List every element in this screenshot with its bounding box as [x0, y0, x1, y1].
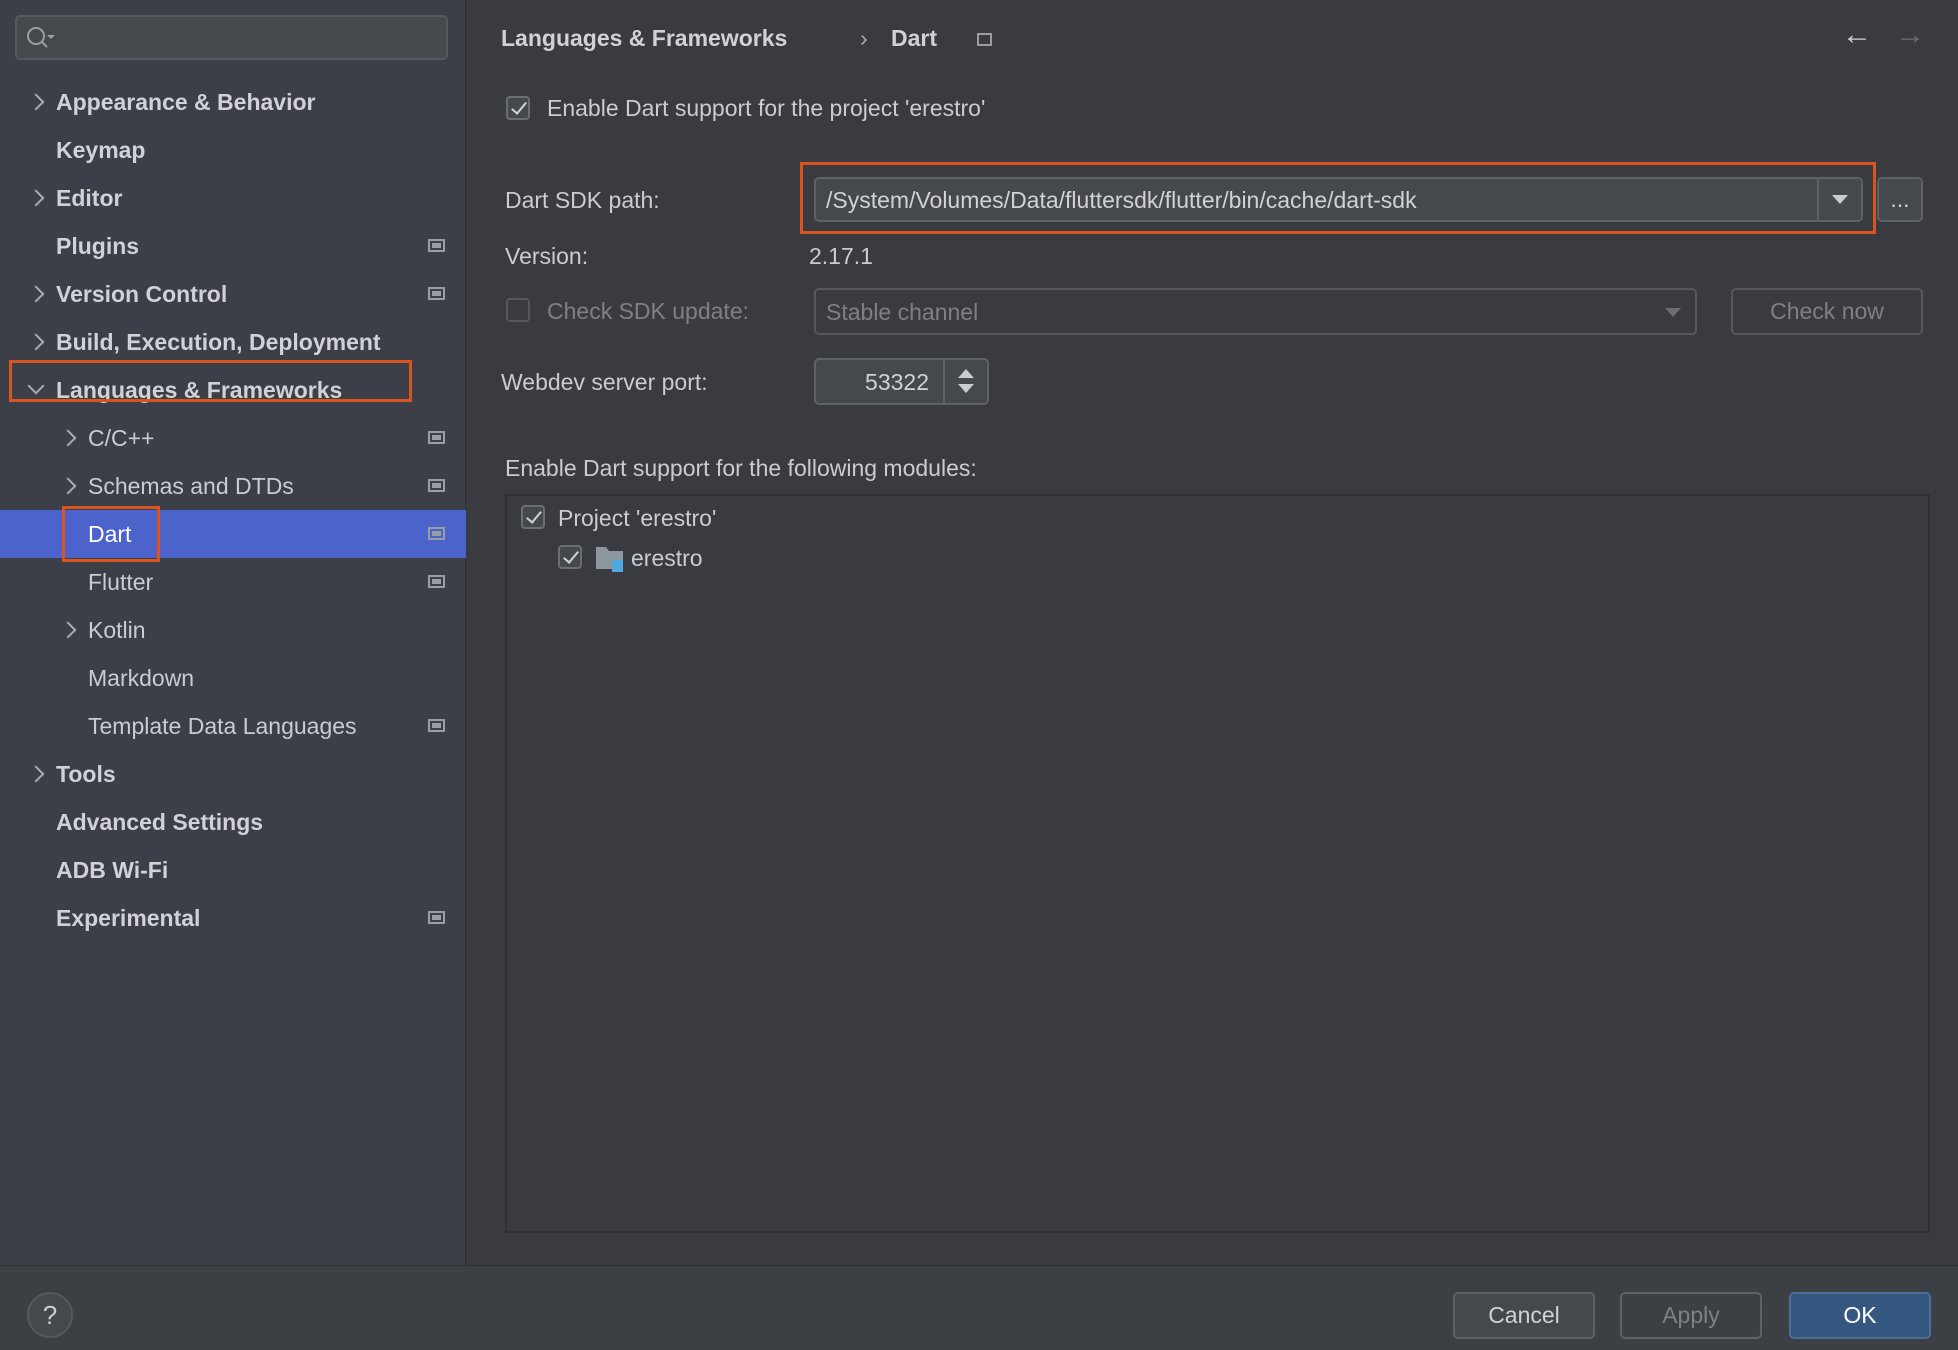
ok-button[interactable]: OK [1789, 1292, 1931, 1339]
webdev-port-spinner[interactable]: 53322 [814, 358, 989, 405]
sidebar-item-label: C/C++ [88, 424, 155, 451]
webdev-port-label: Webdev server port: [501, 369, 708, 395]
increment-icon[interactable] [958, 369, 974, 378]
modules-label: Enable Dart support for the following mo… [505, 455, 977, 481]
dialog-footer: ? Cancel Apply OK [0, 1265, 1958, 1350]
project-level-settings-icon [428, 911, 445, 924]
version-label: Version: [505, 243, 589, 269]
sidebar-item-keymap[interactable]: Keymap [0, 126, 466, 174]
highlight-box [9, 360, 412, 402]
search-input[interactable] [15, 15, 448, 60]
sidebar-item-advanced-settings[interactable]: Advanced Settings [0, 798, 466, 846]
check-sdk-update-label: Check SDK update: [547, 298, 750, 324]
enable-dart-label: Enable Dart support for the project 'ere… [547, 95, 986, 121]
modules-tree: Project 'erestro' erestro [505, 494, 1930, 1233]
sidebar-item-kotlin[interactable]: Kotlin [0, 606, 466, 654]
sidebar-item-label: Flutter [88, 568, 154, 595]
decrement-icon[interactable] [958, 384, 974, 393]
sidebar-item-plugins[interactable]: Plugins [0, 222, 466, 270]
sidebar-item-label: Version Control [56, 280, 228, 307]
sidebar-item-label: Experimental [56, 904, 201, 931]
chevron-right-icon[interactable] [27, 765, 45, 783]
sidebar-item-label: Keymap [56, 136, 146, 163]
sidebar-item-label: Advanced Settings [56, 808, 264, 835]
sdk-path-dropdown-button[interactable] [1817, 179, 1861, 220]
project-level-settings-icon [428, 719, 445, 732]
sidebar-item-c-c[interactable]: C/C++ [0, 414, 466, 462]
chevron-down-icon [1665, 308, 1681, 317]
project-settings-icon [977, 33, 992, 46]
project-level-settings-icon [428, 287, 445, 300]
sdk-path-label: Dart SDK path: [505, 187, 660, 213]
help-button[interactable]: ? [27, 1292, 73, 1338]
spinner-arrows[interactable] [943, 360, 987, 403]
breadcrumb-parent[interactable]: Languages & Frameworks [501, 25, 787, 52]
sidebar-item-label: ADB Wi-Fi [56, 856, 169, 883]
module-label-project: Project 'erestro' [558, 505, 717, 531]
sdk-path-combobox[interactable]: /System/Volumes/Data/fluttersdk/flutter/… [814, 177, 1863, 222]
sidebar-item-label: Template Data Languages [88, 712, 357, 739]
forward-arrow-icon[interactable]: → [1895, 18, 1925, 52]
module-checkbox-project[interactable] [521, 505, 545, 529]
update-channel-select[interactable]: Stable channel [814, 288, 1697, 335]
settings-sidebar: Appearance & Behavior Keymap Editor Plugins… [0, 0, 466, 1265]
highlight-box [62, 506, 160, 562]
sidebar-item-tools[interactable]: Tools [0, 750, 466, 798]
project-level-settings-icon [428, 431, 445, 444]
sidebar-item-adb-wi-fi[interactable]: ADB Wi-Fi [0, 846, 466, 894]
apply-button[interactable]: Apply [1620, 1292, 1762, 1339]
chevron-right-icon[interactable] [27, 93, 45, 111]
sidebar-item-markdown[interactable]: Markdown [0, 654, 466, 702]
module-folder-icon [596, 547, 623, 572]
browse-sdk-button[interactable]: ... [1877, 177, 1923, 222]
cancel-button[interactable]: Cancel [1453, 1292, 1595, 1339]
sidebar-item-label: Schemas and DTDs [88, 472, 294, 499]
search-icon [27, 27, 55, 48]
breadcrumb-separator: › [860, 25, 868, 51]
project-level-settings-icon [428, 479, 445, 492]
sidebar-item-label: Kotlin [88, 616, 146, 643]
sidebar-item-label: Plugins [56, 232, 140, 259]
sdk-path-value: /System/Volumes/Data/fluttersdk/flutter/… [826, 187, 1417, 213]
chevron-right-icon[interactable] [27, 189, 45, 207]
sidebar-item-label: Tools [56, 760, 116, 787]
sidebar-item-schemas-and-dtds[interactable]: Schemas and DTDs [0, 462, 466, 510]
sidebar-item-label: Build, Execution, Deployment [56, 328, 381, 355]
sidebar-item-version-control[interactable]: Version Control [0, 270, 466, 318]
check-now-button[interactable]: Check now [1731, 288, 1923, 335]
sidebar-item-build-execution-deployment[interactable]: Build, Execution, Deployment [0, 318, 466, 366]
chevron-right-icon[interactable] [59, 429, 77, 447]
sidebar-item-label: Appearance & Behavior [56, 88, 316, 115]
breadcrumb-current: Dart [891, 25, 938, 51]
back-arrow-icon[interactable]: ← [1842, 18, 1872, 52]
module-checkbox-erestro[interactable] [558, 545, 582, 569]
sidebar-item-appearance-behavior[interactable]: Appearance & Behavior [0, 78, 466, 126]
chevron-right-icon[interactable] [59, 621, 77, 639]
sidebar-item-editor[interactable]: Editor [0, 174, 466, 222]
chevron-right-icon[interactable] [27, 285, 45, 303]
sidebar-item-experimental[interactable]: Experimental [0, 894, 466, 942]
version-value: 2.17.1 [809, 243, 873, 269]
sidebar-item-flutter[interactable]: Flutter [0, 558, 466, 606]
chevron-down-icon [1832, 195, 1848, 204]
chevron-right-icon[interactable] [59, 477, 77, 495]
update-channel-value: Stable channel [826, 299, 979, 325]
project-level-settings-icon [428, 575, 445, 588]
sidebar-item-template-data-languages[interactable]: Template Data Languages [0, 702, 466, 750]
chevron-right-icon[interactable] [27, 333, 45, 351]
sidebar-item-label: Markdown [88, 664, 195, 691]
enable-dart-checkbox[interactable] [506, 96, 530, 120]
project-level-settings-icon [428, 527, 445, 540]
module-label-erestro: erestro [631, 545, 703, 571]
project-level-settings-icon [428, 239, 445, 252]
check-sdk-update-checkbox[interactable] [506, 298, 530, 322]
dart-settings-panel: Languages & Frameworks › Dart ← → Enable… [467, 0, 1958, 1265]
sidebar-item-label: Editor [56, 184, 123, 211]
webdev-port-value: 53322 [865, 369, 929, 395]
